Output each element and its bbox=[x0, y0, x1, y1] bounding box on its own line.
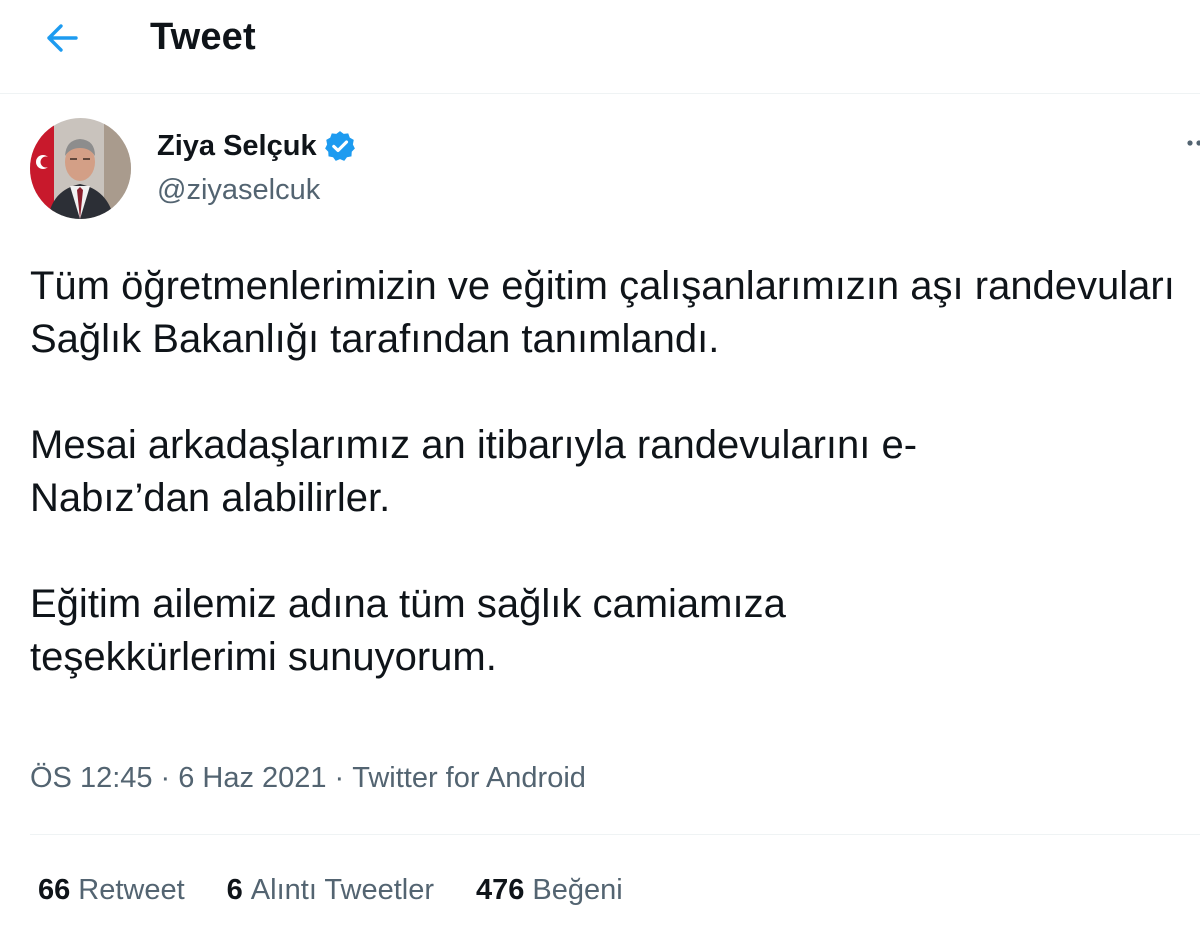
meta-separator: · bbox=[160, 762, 171, 794]
retweets-stat[interactable]: 66 Retweet bbox=[38, 874, 185, 907]
tweet-date[interactable]: 6 Haz 2021 bbox=[178, 762, 326, 795]
tweet-paragraph: Mesai arkadaşlarımız an itibarıyla rande… bbox=[30, 423, 918, 520]
avatar[interactable] bbox=[30, 118, 131, 219]
quotes-label: Alıntı Tweetler bbox=[250, 874, 435, 906]
likes-label: Beğeni bbox=[532, 874, 623, 906]
meta-separator: · bbox=[334, 762, 345, 794]
tweet-text: Tüm öğretmenlerimizin ve eğitim çalışanl… bbox=[30, 260, 1180, 737]
tweet-paragraph: Tüm öğretmenlerimizin ve eğitim çalışanl… bbox=[30, 264, 1175, 361]
tweet-stats: 66 Retweet 6 Alıntı Tweetler 476 Beğeni bbox=[38, 874, 623, 907]
tweet-source[interactable]: Twitter for Android bbox=[352, 762, 586, 795]
tweet-time[interactable]: ÖS 12:45 bbox=[30, 762, 153, 795]
page-title: Tweet bbox=[150, 16, 256, 58]
quote-tweets-stat[interactable]: 6 Alıntı Tweetler bbox=[227, 874, 434, 907]
author-name-text: Ziya Selçuk bbox=[157, 129, 317, 162]
more-options-icon bbox=[1187, 140, 1200, 146]
verified-badge-icon bbox=[324, 131, 355, 161]
retweets-count: 66 bbox=[38, 874, 71, 906]
more-options-button[interactable] bbox=[1172, 128, 1200, 158]
divider bbox=[30, 834, 1200, 835]
likes-stat[interactable]: 476 Beğeni bbox=[476, 874, 623, 907]
page-header: Tweet bbox=[0, 0, 1200, 94]
quotes-count: 6 bbox=[226, 874, 243, 906]
back-button[interactable] bbox=[36, 16, 88, 60]
author-handle[interactable]: @ziyaselcuk bbox=[157, 174, 320, 207]
tweet-meta: ÖS 12:45 · 6 Haz 2021 · Twitter for Andr… bbox=[30, 762, 586, 795]
arrow-left-icon bbox=[47, 24, 78, 52]
author-name[interactable]: Ziya Selçuk bbox=[157, 129, 357, 163]
likes-count: 476 bbox=[476, 874, 525, 906]
tweet-paragraph: Eğitim ailemiz adına tüm sağlık camiamız… bbox=[30, 582, 786, 679]
retweets-label: Retweet bbox=[78, 874, 185, 906]
